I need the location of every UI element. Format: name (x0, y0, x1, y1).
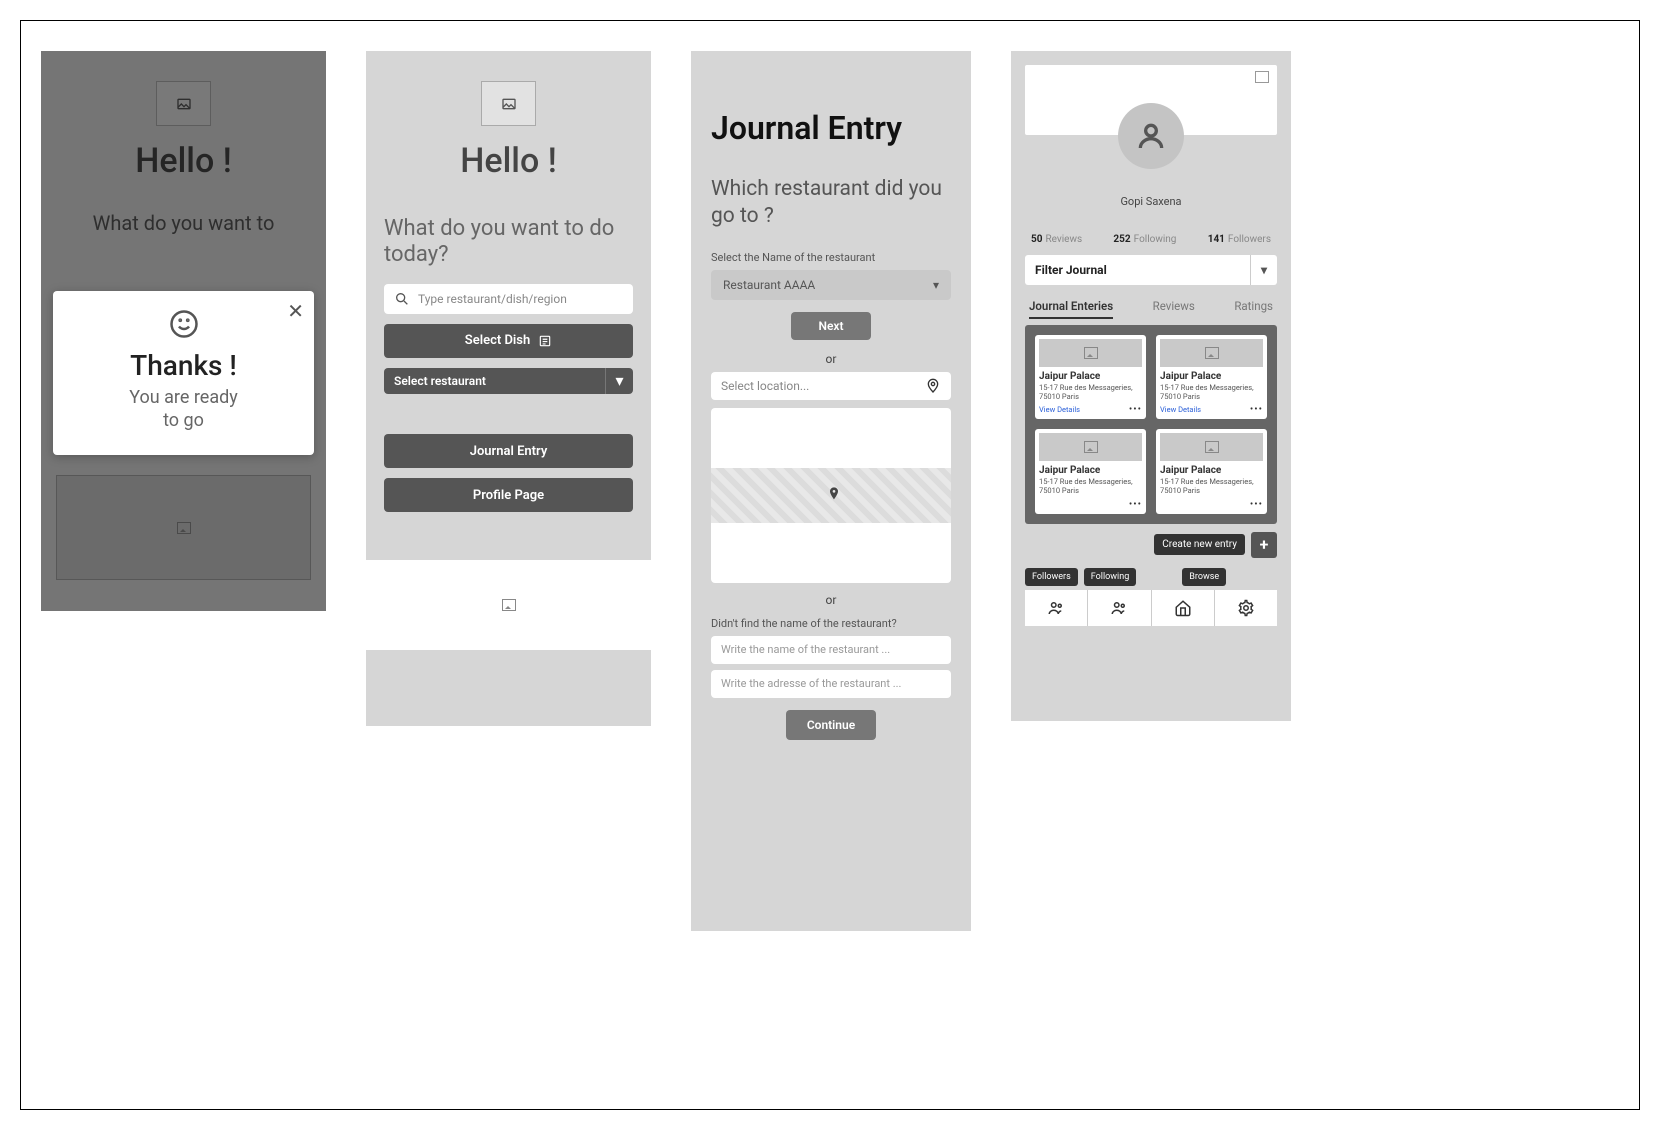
username: Gopi Saxena (1011, 195, 1291, 208)
create-entry-label: Create new entry (1154, 534, 1245, 555)
card-image (1160, 339, 1263, 367)
search-icon (394, 291, 410, 307)
journal-grid: Jaipur Palace 15-17 Rue des Messageries,… (1025, 325, 1277, 524)
view-details-link[interactable]: View Details (1160, 405, 1201, 414)
journal-card[interactable]: Jaipur Palace 15-17 Rue des Messageries,… (1035, 335, 1146, 419)
image-placeholder (481, 81, 536, 126)
more-icon[interactable]: ••• (1250, 499, 1263, 510)
search-input[interactable]: Type restaurant/dish/region (384, 284, 633, 314)
profile-stats: 50Reviews 252Following 141Followers (1031, 234, 1271, 245)
not-found-hint: Didn't find the name of the restaurant? (711, 617, 951, 630)
card-title: Jaipur Palace (1039, 465, 1142, 476)
view-details-link[interactable]: View Details (1039, 405, 1080, 414)
thanks-modal: ✕ Thanks ! You are readyto go (53, 291, 314, 455)
stat-reviews[interactable]: 50Reviews (1031, 234, 1082, 245)
select-restaurant-dropdown[interactable]: Select restaurant ▾ (384, 368, 633, 394)
pin-icon (925, 378, 941, 394)
journal-card[interactable]: Jaipur Palace 15-17 Rue des Messageries,… (1156, 429, 1267, 513)
search-placeholder: Type restaurant/dish/region (418, 292, 567, 306)
profile-tabs: Journal Enteries Reviews Ratings (1029, 299, 1273, 319)
card-address: 15-17 Rue des Messageries, 75010 Paris (1039, 478, 1142, 495)
tab-ratings[interactable]: Ratings (1234, 299, 1273, 319)
tooltip-following: Following (1084, 568, 1137, 586)
image-icon (1255, 71, 1269, 83)
more-icon[interactable]: ••• (1129, 404, 1142, 415)
users-icon (1110, 599, 1128, 617)
restaurant-dropdown[interactable]: Restaurant AAAA ▾ (711, 270, 951, 300)
image-placeholder-large (366, 560, 651, 650)
restaurant-name-input[interactable]: Write the name of the restaurant ... (711, 636, 951, 664)
card-address: 15-17 Rue des Messageries, 75010 Paris (1160, 384, 1263, 401)
nav-followers[interactable] (1025, 590, 1088, 626)
list-icon (538, 334, 552, 348)
or-divider: or (691, 593, 971, 607)
stat-following[interactable]: 252Following (1113, 234, 1176, 245)
card-title: Jaipur Palace (1039, 371, 1142, 382)
image-icon (502, 599, 516, 611)
journal-card[interactable]: Jaipur Palace 15-17 Rue des Messageries,… (1156, 335, 1267, 419)
card-image (1039, 433, 1142, 461)
card-title: Jaipur Palace (1160, 371, 1263, 382)
create-entry-button[interactable]: + (1251, 532, 1277, 558)
more-icon[interactable]: ••• (1129, 499, 1142, 510)
chevron-down-icon: ▾ (1250, 255, 1267, 285)
page-question: Which restaurant did you go to ? (711, 176, 951, 231)
tooltip-browse: Browse (1182, 568, 1226, 586)
select-restaurant-label: Select the Name of the restaurant (711, 251, 951, 264)
tooltip-followers: Followers (1025, 568, 1078, 586)
card-address: 15-17 Rue des Messageries, 75010 Paris (1160, 478, 1263, 495)
page-title: Journal Entry (711, 111, 951, 146)
chevron-down-icon: ▾ (605, 368, 633, 394)
restaurant-address-input[interactable]: Write the adresse of the restaurant ... (711, 670, 951, 698)
journal-entry-button[interactable]: Journal Entry (384, 434, 633, 468)
map-preview[interactable] (711, 408, 951, 583)
location-input[interactable]: Select location... (711, 372, 951, 400)
screen-profile: Gopi Saxena 50Reviews 252Following 141Fo… (1011, 51, 1291, 721)
card-image (1160, 433, 1263, 461)
journal-card[interactable]: Jaipur Palace 15-17 Rue des Messageries,… (1035, 429, 1146, 513)
smile-icon (67, 309, 300, 347)
nav-home[interactable] (1152, 590, 1215, 626)
hello-subtext: What do you want to do today? (384, 216, 633, 269)
nav-following[interactable] (1088, 590, 1151, 626)
home-icon (1174, 599, 1192, 617)
screen-home: Hello ! What do you want to do today? Ty… (366, 51, 651, 726)
map-pin-icon (826, 486, 842, 502)
continue-button[interactable]: Continue (786, 710, 876, 740)
profile-page-button[interactable]: Profile Page (384, 478, 633, 512)
hello-heading: Hello ! (366, 141, 651, 181)
next-button[interactable]: Next (791, 312, 871, 340)
tab-journal-entries[interactable]: Journal Enteries (1029, 299, 1113, 319)
card-title: Jaipur Palace (1160, 465, 1263, 476)
nav-settings[interactable] (1215, 590, 1277, 626)
card-image (1039, 339, 1142, 367)
modal-title: Thanks ! (67, 349, 300, 382)
gear-icon (1237, 599, 1255, 617)
card-address: 15-17 Rue des Messageries, 75010 Paris (1039, 384, 1142, 401)
modal-body: You are readyto go (67, 386, 300, 433)
bottom-nav (1025, 590, 1277, 626)
stat-followers[interactable]: 141Followers (1208, 234, 1271, 245)
or-divider: or (691, 352, 971, 366)
users-icon (1047, 599, 1065, 617)
more-icon[interactable]: ••• (1250, 404, 1263, 415)
filter-journal-dropdown[interactable]: Filter Journal ▾ (1025, 255, 1277, 285)
tab-reviews[interactable]: Reviews (1153, 299, 1195, 319)
chevron-down-icon: ▾ (933, 278, 939, 292)
avatar[interactable] (1118, 103, 1184, 169)
screen-journal-entry: Journal Entry Which restaurant did you g… (691, 51, 971, 931)
select-dish-button[interactable]: Select Dish (384, 324, 633, 358)
screen-welcome-modal: Hello ! What do you want to ✕ Thanks ! Y… (41, 51, 326, 611)
close-icon[interactable]: ✕ (287, 299, 304, 323)
